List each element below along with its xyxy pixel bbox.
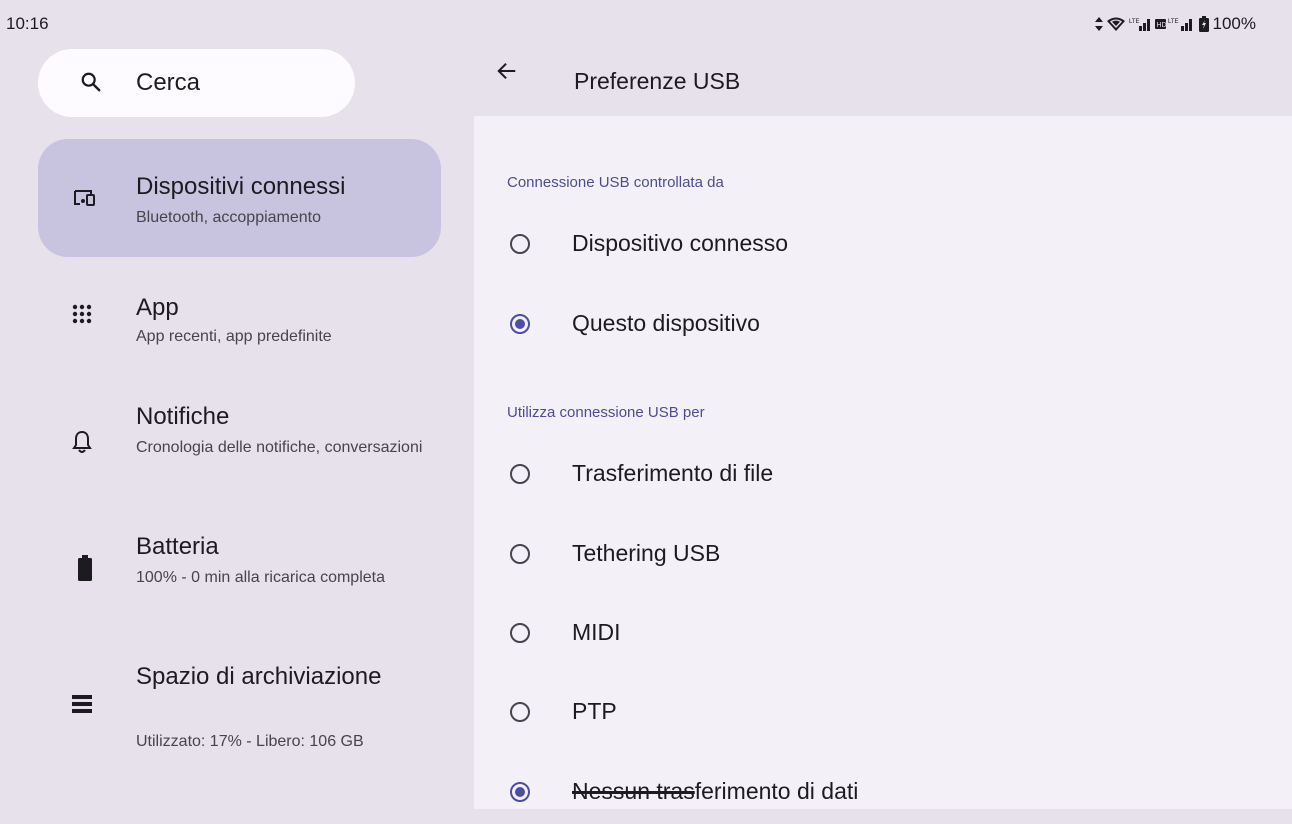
status-bar: 10:16 LTE HD LTE 100% <box>0 0 1292 40</box>
radio-button[interactable] <box>510 464 530 484</box>
radio-button-selected[interactable] <box>510 314 530 334</box>
option-label: Tethering USB <box>572 540 721 566</box>
radio-button-selected[interactable] <box>510 782 530 802</box>
option-label: Questo dispositivo <box>572 310 760 336</box>
wifi-icon <box>1106 17 1125 31</box>
option-connected-device[interactable]: Dispositivo connesso <box>506 216 1266 276</box>
sidebar-item-battery[interactable]: Batteria 100% - 0 min alla ricarica comp… <box>38 520 441 640</box>
sidebar-item-subtitle: 100% - 0 min alla ricarica completa <box>136 569 385 586</box>
sidebar-item-subtitle: App recenti, app predefinite <box>136 328 332 345</box>
option-label: PTP <box>572 698 617 724</box>
devices-icon <box>72 187 96 214</box>
settings-sidebar: Dispositivi connessi Bluetooth, accoppia… <box>0 0 474 809</box>
option-label: Nessun trasferimento di dati <box>572 778 858 805</box>
sidebar-item-subtitle: Bluetooth, accoppiamento <box>136 209 322 226</box>
sidebar-item-apps[interactable]: App App recenti, app predefinite <box>38 278 441 378</box>
option-label: Dispositivo connesso <box>572 230 789 256</box>
section-header-controlled-by: Connessione USB controllata da <box>507 174 724 191</box>
hd-lte-signal-icon: HD LTE <box>1154 17 1195 31</box>
sidebar-item-title: App <box>136 294 179 321</box>
lte-signal-icon: LTE <box>1129 17 1151 31</box>
option-label: Trasferimento di file <box>572 460 774 486</box>
search-icon <box>80 71 102 98</box>
sidebar-item-title: Spazio di archiviazione <box>136 663 382 690</box>
svg-text:LTE: LTE <box>1129 19 1140 25</box>
radio-button[interactable] <box>510 623 530 643</box>
radio-button[interactable] <box>510 234 530 254</box>
option-label-rest: ferimento di dati <box>694 778 859 804</box>
option-label-struck-part: Nessun tras <box>572 778 695 804</box>
svg-text:HD: HD <box>1156 22 1166 29</box>
battery-icon <box>78 555 92 586</box>
sidebar-item-title: Dispositivi connessi <box>136 173 346 200</box>
section-header-use-usb-for: Utilizza connessione USB per <box>507 404 705 421</box>
back-arrow-icon[interactable] <box>496 60 524 88</box>
sidebar-item-title: Batteria <box>136 533 219 560</box>
sidebar-item-subtitle: Cronologia delle notifiche, conversazion… <box>136 439 423 456</box>
search-input[interactable] <box>136 67 336 99</box>
sidebar-item-notifications[interactable]: Notifiche Cronologia delle notifiche, co… <box>38 390 441 510</box>
apps-grid-icon <box>72 304 92 329</box>
status-time: 10:16 <box>6 14 49 33</box>
option-ptp[interactable]: PTP <box>506 684 1266 744</box>
option-file-transfer[interactable]: Trasferimento di file <box>506 446 1266 506</box>
page-title: Preferenze USB <box>574 68 741 94</box>
sidebar-item-title: Notifiche <box>136 403 230 430</box>
bell-icon <box>72 430 92 459</box>
status-icons: LTE HD LTE 100% <box>1094 14 1256 34</box>
data-arrows-icon <box>1094 17 1103 31</box>
search-bar[interactable] <box>38 49 355 117</box>
sidebar-item-storage[interactable]: Spazio di archiviazione Utilizzato: 17% … <box>38 655 441 765</box>
radio-button[interactable] <box>510 702 530 722</box>
sidebar-item-subtitle: Utilizzato: 17% - Libero: 106 GB <box>136 733 364 750</box>
svg-text:LTE: LTE <box>1168 19 1179 25</box>
sidebar-item-connected-devices[interactable]: Dispositivi connessi Bluetooth, accoppia… <box>38 139 441 257</box>
radio-button[interactable] <box>510 544 530 564</box>
option-midi[interactable]: MIDI <box>506 605 1266 665</box>
storage-icon <box>72 694 92 719</box>
battery-percent: 100% <box>1212 14 1256 33</box>
option-label: MIDI <box>572 619 621 645</box>
option-this-device[interactable]: Questo dispositivo <box>506 296 1266 356</box>
battery-icon <box>1198 16 1209 32</box>
option-usb-tethering[interactable]: Tethering USB <box>506 526 1266 586</box>
usb-preferences-panel: Preferenze USB Connessione USB controlla… <box>474 0 1292 809</box>
option-no-data-transfer[interactable]: Nessun trasferimento di dati <box>506 764 1266 824</box>
